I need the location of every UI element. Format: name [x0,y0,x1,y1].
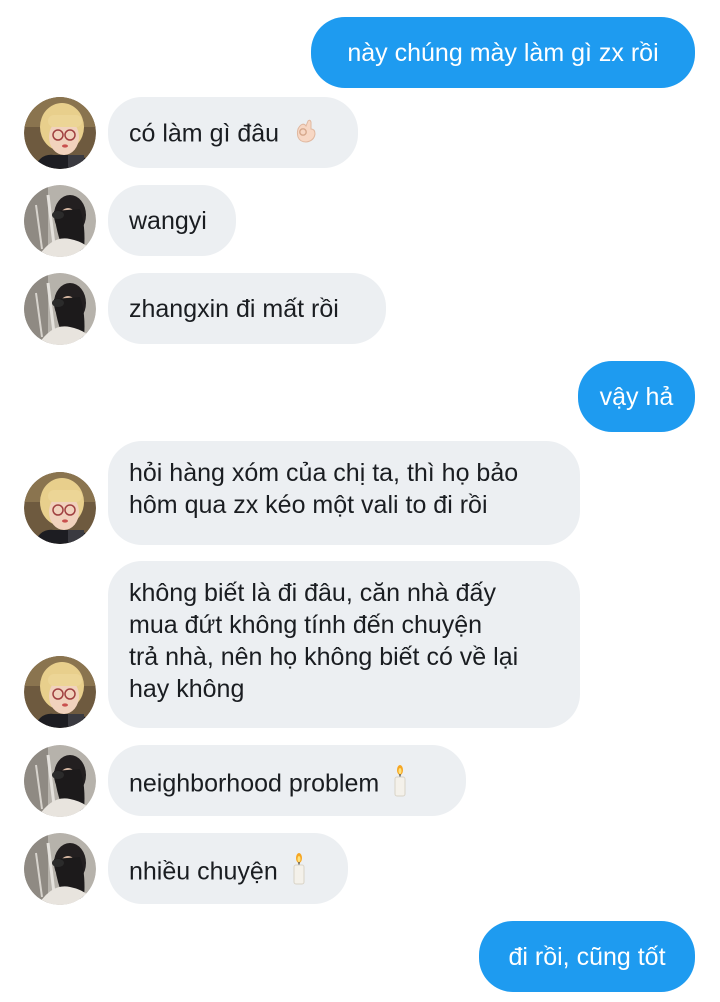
message-line: không biết là đi đâu, căn nhà đấy [129,579,496,607]
incoming-message-bubble[interactable]: không biết là đi đâu, căn nhà đấy mua đứ… [108,561,580,728]
incoming-message-bubble[interactable]: neighborhood problem [108,745,466,816]
message-text: này chúng mày làm gì zx rồi [347,39,659,67]
message-text: zhangxin đi mất rồi [129,295,339,323]
message-text: đi rồi, cũng tốt [508,943,666,971]
avatar[interactable] [24,833,96,905]
incoming-message-bubble[interactable]: wangyi [108,185,236,256]
outgoing-message-bubble[interactable]: này chúng mày làm gì zx rồi [311,17,695,88]
avatar[interactable] [24,745,96,817]
message-text: có làm gì đâu [129,119,280,148]
message-line: hỏi hàng xóm của chị ta, thì họ bảo [129,459,519,487]
outgoing-message-bubble[interactable]: đi rồi, cũng tốt [479,921,695,992]
avatar[interactable] [24,185,96,257]
incoming-message-bubble[interactable]: zhangxin đi mất rồi [108,273,386,344]
message-line: mua đứt không tính đến chuyện [129,611,483,639]
candle-emoji-icon [291,853,307,893]
avatar[interactable] [24,273,96,345]
ok-hand-emoji-icon [292,117,320,153]
incoming-message-bubble[interactable]: hỏi hàng xóm của chị ta, thì họ bảo hôm … [108,441,580,545]
message-line: hôm qua zx kéo một vali to đi rồi [129,491,488,519]
message-line: hay không [129,675,245,703]
avatar[interactable] [24,472,96,544]
message-text: vậy hả [599,383,674,411]
avatar[interactable] [24,656,96,728]
outgoing-message-bubble[interactable]: vậy hả [578,361,695,432]
incoming-message-bubble[interactable]: có làm gì đâu [108,97,358,168]
conversation: này chúng mày làm gì zx rồi có làm gì đâ… [0,0,720,1002]
incoming-message-bubble[interactable]: nhiều chuyện [108,833,348,904]
message-text: wangyi [129,207,207,235]
message-line: trả nhà, nên họ không biết có về lại [129,643,519,671]
message-text: neighborhood problem [129,769,380,798]
avatar[interactable] [24,97,96,169]
candle-emoji-icon [392,765,408,805]
message-text: nhiều chuyện [129,857,278,886]
